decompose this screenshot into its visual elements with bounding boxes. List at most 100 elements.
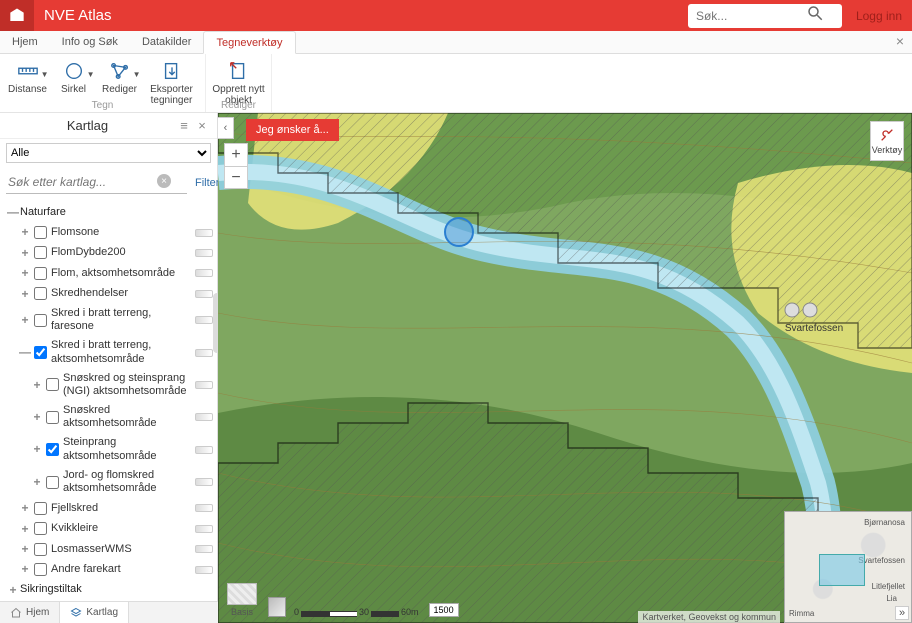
opacity-slider[interactable] <box>195 504 213 512</box>
opacity-slider[interactable] <box>195 446 213 454</box>
layer-row[interactable]: +Flom, aktsomhetsområde <box>0 263 217 283</box>
top-bar: NVE Atlas Logg inn <box>0 0 912 31</box>
expand-icon[interactable]: + <box>18 266 32 280</box>
tab-tegneverktoy[interactable]: Tegneverktøy <box>203 31 295 54</box>
expand-icon[interactable]: + <box>30 475 44 489</box>
layer-panel: Kartlag ≡ × Alle × Filter — Naturfare +F… <box>0 113 218 623</box>
minimap[interactable]: Bjørnanosa Svartefossen Litlefjellet Lia… <box>784 511 912 623</box>
new-object-tool[interactable]: Opprett nytt objekt <box>210 56 268 106</box>
layer-category-select[interactable]: Alle <box>6 143 211 163</box>
tools-button[interactable]: Verktøy <box>870 121 904 161</box>
layer-row[interactable]: —Skred i bratt terreng, aktsomhetsområde <box>0 336 217 368</box>
layer-checkbox[interactable] <box>34 543 47 556</box>
basemap-button[interactable]: Basis <box>224 583 260 617</box>
layer-row[interactable]: +Flomsone <box>0 222 217 242</box>
layer-checkbox[interactable] <box>46 443 59 456</box>
expand-icon[interactable]: + <box>6 583 20 597</box>
circle-tool[interactable]: Sirkel ▼ <box>51 56 97 106</box>
bottom-tab-hjem[interactable]: Hjem <box>0 602 60 623</box>
layer-checkbox[interactable] <box>34 287 47 300</box>
tools-icon <box>879 127 895 143</box>
layer-row[interactable]: +Snøskred og steinsprang (NGI) aktsomhet… <box>0 369 217 401</box>
panel-menu-icon[interactable]: ≡ <box>175 118 193 133</box>
circle-icon <box>63 58 85 84</box>
layer-checkbox[interactable] <box>46 476 59 489</box>
layer-checkbox[interactable] <box>46 411 59 424</box>
expand-icon[interactable]: + <box>18 522 32 536</box>
layer-row[interactable]: +LosmasserWMS <box>0 539 217 559</box>
tab-datakilder[interactable]: Datakilder <box>130 31 204 53</box>
expand-icon[interactable]: + <box>18 287 32 301</box>
opacity-slider[interactable] <box>195 525 213 533</box>
opacity-slider[interactable] <box>195 249 213 257</box>
minimap-collapse-icon[interactable]: » <box>895 606 909 620</box>
layer-row[interactable]: +Snøskred aktsomhetsområde <box>0 401 217 433</box>
search-icon[interactable] <box>806 4 824 27</box>
expand-icon[interactable]: + <box>30 378 44 392</box>
expand-icon[interactable]: + <box>18 542 32 556</box>
zoom-in-button[interactable]: + <box>225 144 247 166</box>
perspective-icon[interactable] <box>268 597 286 617</box>
opacity-slider[interactable] <box>195 349 213 357</box>
selection-marker[interactable] <box>444 217 474 247</box>
chevron-down-icon: ▼ <box>41 70 49 79</box>
layer-checkbox[interactable] <box>46 378 59 391</box>
collapse-icon[interactable]: — <box>6 205 20 219</box>
layer-row[interactable]: +Steinprang aktsomhetsområde <box>0 433 217 465</box>
layer-checkbox[interactable] <box>34 563 47 576</box>
expand-icon[interactable]: + <box>18 225 32 239</box>
layer-row[interactable]: +Jord- og flomskred aktsomhetsområde <box>0 466 217 498</box>
layer-row[interactable]: +Fjellskred <box>0 498 217 518</box>
filter-link[interactable]: Filter <box>195 177 219 189</box>
bottom-tab-kartlag[interactable]: Kartlag <box>60 602 129 623</box>
expand-icon[interactable]: + <box>18 246 32 260</box>
opacity-slider[interactable] <box>195 381 213 389</box>
collapse-icon[interactable]: — <box>18 345 32 359</box>
opacity-slider[interactable] <box>195 478 213 486</box>
expand-icon[interactable]: + <box>30 442 44 456</box>
map-area[interactable]: Svartefossen ‹ + − Jeg ønsker å... Verkt… <box>218 113 912 623</box>
opacity-slider[interactable] <box>195 290 213 298</box>
opacity-slider[interactable] <box>195 269 213 277</box>
layer-checkbox[interactable] <box>34 226 47 239</box>
ribbon-group-label: Rediger <box>206 100 271 111</box>
clear-search-icon[interactable]: × <box>157 174 171 188</box>
opacity-slider[interactable] <box>195 545 213 553</box>
layer-checkbox[interactable] <box>34 246 47 259</box>
layer-checkbox[interactable] <box>34 314 47 327</box>
ribbon: Distanse ▼ Sirkel ▼ Rediger ▼ Eksporter … <box>0 54 912 113</box>
layer-row[interactable]: +Andre farekart <box>0 559 217 579</box>
export-tool[interactable]: Eksporter tegninger <box>143 56 201 106</box>
tabs-close-icon[interactable]: × <box>896 33 904 49</box>
i-want-to-button[interactable]: Jeg ønsker å... <box>246 119 339 141</box>
login-link[interactable]: Logg inn <box>856 9 902 23</box>
layer-checkbox[interactable] <box>34 502 47 515</box>
layer-checkbox[interactable] <box>34 346 47 359</box>
layer-row[interactable]: +Skred i bratt terreng, faresone <box>0 304 217 336</box>
basemap-icon <box>227 583 257 605</box>
distance-tool[interactable]: Distanse ▼ <box>5 56 51 106</box>
expand-icon[interactable]: + <box>30 410 44 424</box>
export-icon <box>161 58 183 84</box>
opacity-slider[interactable] <box>195 566 213 574</box>
tab-info[interactable]: Info og Søk <box>50 31 130 53</box>
zoom-out-button[interactable]: − <box>225 166 247 188</box>
global-search-input[interactable] <box>696 9 806 23</box>
panel-collapse-handle[interactable]: ‹ <box>218 117 234 139</box>
expand-icon[interactable]: + <box>18 313 32 327</box>
opacity-slider[interactable] <box>195 316 213 324</box>
opacity-slider[interactable] <box>195 413 213 421</box>
expand-icon[interactable]: + <box>18 501 32 515</box>
opacity-slider[interactable] <box>195 229 213 237</box>
panel-close-icon[interactable]: × <box>193 118 211 133</box>
layer-checkbox[interactable] <box>34 522 47 535</box>
layer-row[interactable]: +Kvikkleire <box>0 519 217 539</box>
layer-row[interactable]: +Skredhendelser <box>0 284 217 304</box>
edit-tool[interactable]: Rediger ▼ <box>97 56 143 106</box>
layer-row[interactable]: +FlomDybde200 <box>0 243 217 263</box>
tab-hjem[interactable]: Hjem <box>0 31 50 53</box>
scale-ratio[interactable]: 1500 <box>429 603 459 617</box>
expand-icon[interactable]: + <box>18 562 32 576</box>
global-search[interactable] <box>688 4 842 28</box>
layer-checkbox[interactable] <box>34 267 47 280</box>
